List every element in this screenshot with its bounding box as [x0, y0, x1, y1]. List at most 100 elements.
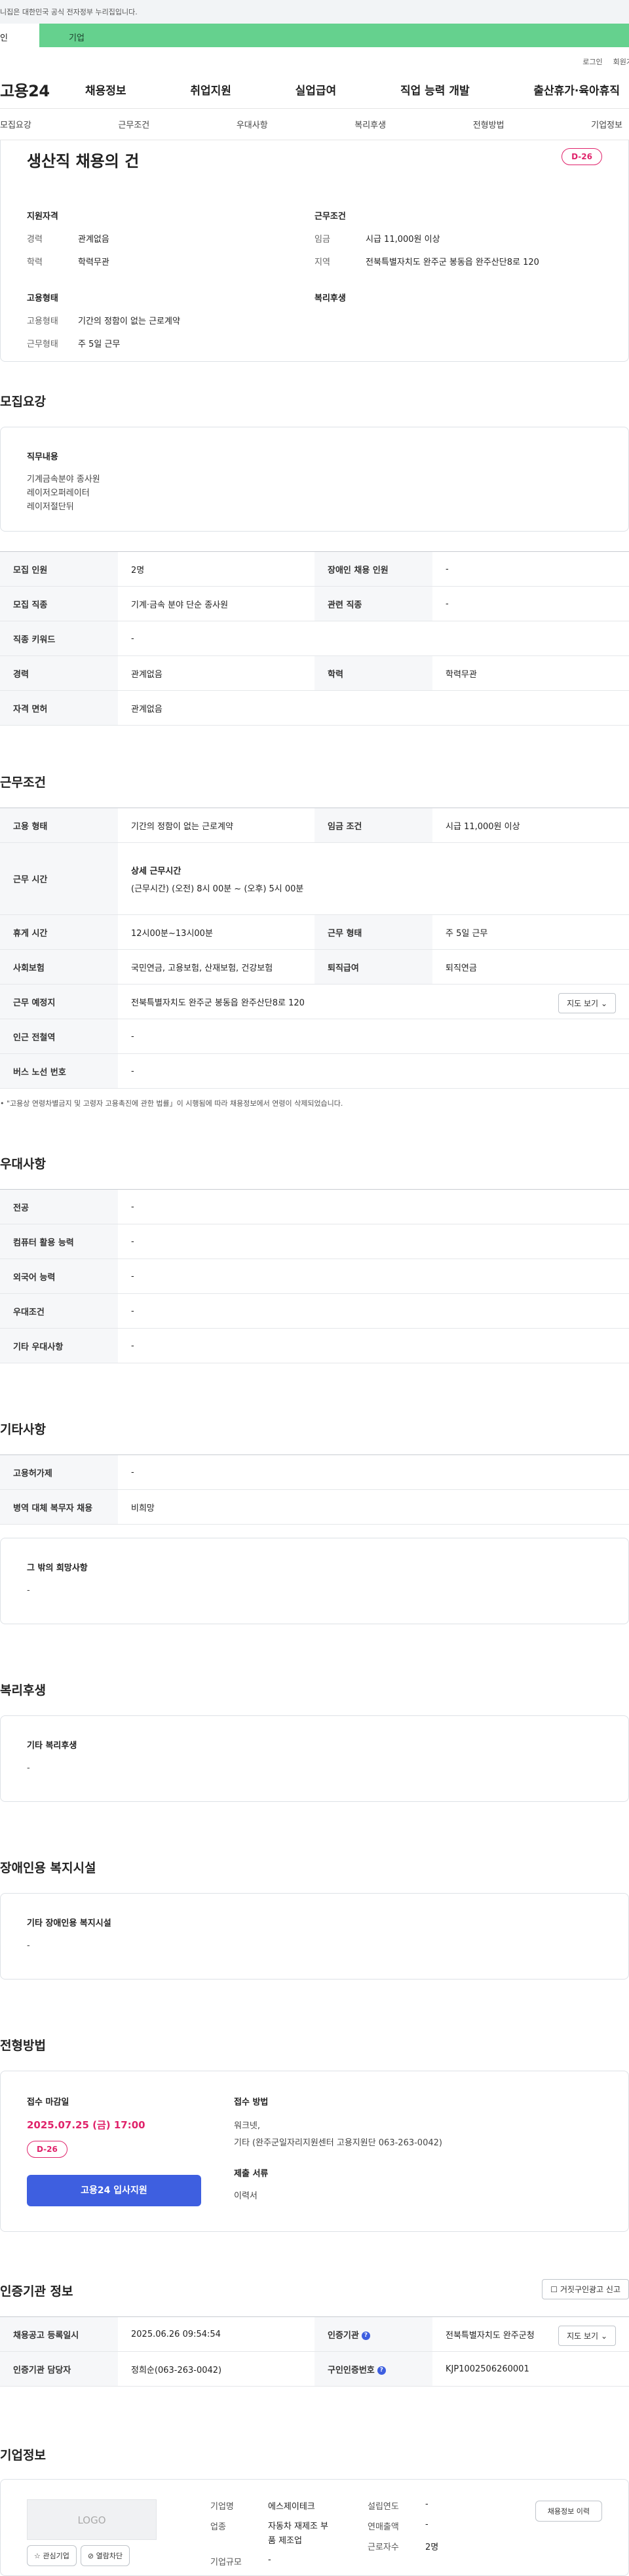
table-value: 12시00분~13시00분	[118, 914, 314, 950]
docs-value: 이력서	[234, 2191, 257, 2201]
industry-line: 품 제조업	[268, 2536, 302, 2546]
table-value: -	[118, 1328, 629, 1363]
company-key: 설립연도	[368, 2502, 399, 2512]
gnb-item-employment-support[interactable]: 취업지원	[190, 81, 231, 98]
interest-company-button[interactable]: ☆ 관심기업	[27, 2545, 77, 2566]
welfare-heading: 복리후생	[314, 294, 346, 303]
user-type-tabs: 인 기업	[0, 24, 629, 47]
age-notice-text: "고용상 연령차별금지 및 고령자 고용촉진에 관한 법률」이 시행됨에 따라 …	[7, 1099, 343, 1108]
method-line: 기타 (완주군일자리지원센터 고용지원단 063-263-0042)	[234, 2138, 442, 2148]
gnb-item-vocational-training[interactable]: 직업 능력 개발	[400, 81, 470, 98]
table-row: 우대조건 -	[0, 1293, 629, 1329]
summary-value: 시급 11,000원 이상	[366, 235, 440, 244]
prefer-section: 우대사항 전공 - 컴퓨터 활용 능력 - 외국어 능력 - 우대조건 - 기타 우대사…	[0, 1154, 629, 1363]
summary-value: 관계없음	[78, 235, 109, 244]
site-logo[interactable]: 고용24	[0, 78, 85, 101]
report-label: 거짓구인광고 신고	[560, 2285, 620, 2294]
tab-personal[interactable]: 인	[0, 24, 39, 47]
subnav-preferences[interactable]: 우대사항	[237, 118, 268, 130]
table-value: 상세 근무시간 (근무시간) (오전) 8시 00분 ~ (오후) 5시 00분	[118, 842, 629, 915]
table-key: 구인인증번호?	[314, 2351, 432, 2387]
table-value: -	[432, 551, 629, 587]
summary-row: 경력 관계없음	[27, 232, 314, 244]
summary-right: 근무조건 임금 시급 11,000원 이상 지역 전북특별자치도 완주군 봉동읍 완…	[314, 209, 602, 360]
table-key: 근무 시간	[0, 842, 118, 915]
summary-row: 학력 학력무관	[27, 255, 314, 267]
table-key: 채용공고 등록일시	[0, 2316, 118, 2352]
hiring-history-button[interactable]: 채용정보 이력	[535, 2501, 602, 2522]
hours-detail-heading: 상세 근무시간	[131, 866, 181, 876]
company-key: 업종	[210, 2522, 226, 2532]
block-view-button[interactable]: ⊘ 열람차단	[80, 2545, 130, 2566]
work-title: 근무조건	[0, 775, 46, 790]
gnb-item-jobs[interactable]: 채용정보	[85, 81, 126, 98]
table-key: 학력	[314, 655, 432, 691]
table-value: -	[118, 1224, 629, 1259]
age-notice: • "고용상 연령차별금지 및 고령자 고용촉진에 관한 법률」이 시행됨에 따…	[0, 1099, 343, 1108]
table-key: 근무 예정지	[0, 984, 118, 1019]
join-link[interactable]: 회원가	[613, 56, 629, 71]
company-row: 기업규모 -	[210, 2555, 368, 2567]
summary-row: 지역 전북특별자치도 완주군 봉동읍 완주산단8로 120	[314, 255, 602, 267]
gnb-item-parental-leave[interactable]: 출산휴가·육아휴직	[533, 81, 620, 98]
cert-no-key: 구인인증번호	[328, 2365, 375, 2375]
table-value: 관계없음	[118, 655, 314, 691]
table-value: 학력무관	[432, 655, 629, 691]
agency-section: 인증기관 정보 ☐ 거짓구인광고 신고 채용공고 등록일시 2025.06.26 …	[0, 2279, 629, 2387]
subnav-company[interactable]: 기업정보	[591, 118, 622, 130]
table-key: 우대조건	[0, 1293, 118, 1329]
table-key: 휴게 시간	[0, 914, 118, 950]
map-view-button[interactable]: 지도 보기 ⌄	[558, 993, 616, 1013]
table-value: -	[432, 586, 629, 621]
table-value: 관계없음	[118, 690, 629, 726]
table-value: -	[118, 1454, 629, 1490]
table-value: -	[118, 1019, 629, 1054]
subnav-recruit[interactable]: 모집요강	[0, 118, 31, 130]
tab-corporate[interactable]: 기업	[39, 24, 629, 47]
report-icon: ☐	[550, 2285, 558, 2294]
table-key: 고용 형태	[0, 808, 118, 843]
table-key: 장애인 채용 인원	[314, 551, 432, 587]
qualification-heading: 지원자격	[27, 212, 58, 222]
company-row: 설립연도 -	[368, 2499, 479, 2512]
docs-heading: 제출 서류	[234, 2169, 269, 2179]
table-row: 병역 대체 복무자 채용 비희망	[0, 1489, 629, 1525]
job-title: 생산직 채용의 건	[27, 152, 140, 170]
selection-section: 전형방법 접수 마감일 2025.07.25 (금) 17:00 D-26 고용…	[0, 2036, 629, 2232]
subnav-welfare[interactable]: 복리후생	[354, 118, 386, 130]
table-value: 기간의 정함이 없는 근로계약	[118, 808, 314, 843]
summary-row: 근무형태 주 5일 근무	[27, 337, 314, 349]
table-row: 고용허가제 -	[0, 1454, 629, 1490]
block-icon: ⊘	[87, 2552, 94, 2560]
false-ad-report-button[interactable]: ☐ 거짓구인광고 신고	[542, 2279, 629, 2299]
gnb-item-unemployment-benefit[interactable]: 실업급여	[295, 81, 337, 98]
summary-key: 경력	[27, 235, 43, 244]
summary-key: 지역	[314, 258, 330, 267]
table-row: 컴퓨터 활용 능력 -	[0, 1224, 629, 1259]
subnav-conditions[interactable]: 근무조건	[118, 118, 149, 130]
table-value: -	[118, 1053, 629, 1089]
subnav-selection[interactable]: 전형방법	[473, 118, 505, 130]
prefer-table: 전공 - 컴퓨터 활용 능력 - 외국어 능력 - 우대조건 - 기타 우대사항 -	[0, 1189, 629, 1363]
agency-map-button[interactable]: 지도 보기 ⌄	[558, 2326, 616, 2346]
table-key: 컴퓨터 활용 능력	[0, 1224, 118, 1259]
disabled-box: 기타 장애인용 복지시설 -	[0, 1893, 629, 1980]
apply-button[interactable]: 고용24 입사지원	[27, 2175, 201, 2206]
info-icon[interactable]: ?	[361, 2331, 370, 2340]
company-row: 기업명 에스제이테크	[210, 2499, 368, 2512]
table-row: 휴게 시간 12시00분~13시00분 근무 형태 주 5일 근무	[0, 914, 629, 950]
login-link[interactable]: 로그인	[582, 56, 602, 71]
work-place-value: 전북특별자치도 완주군 봉동읍 완주산단8로 120	[131, 998, 305, 1008]
deadline-block: 접수 마감일 2025.07.25 (금) 17:00 D-26 고용24 입사…	[27, 2095, 201, 2208]
selection-box: 접수 마감일 2025.07.25 (금) 17:00 D-26 고용24 입사…	[0, 2071, 629, 2232]
work-section: 근무조건 고용 형태 기간의 정함이 없는 근로계약 임금 조건 시급 11,000원…	[0, 773, 629, 1108]
company-value: -	[425, 2499, 429, 2509]
table-value: -	[118, 1189, 629, 1224]
recruit-table: 모집 인원 2명 장애인 채용 인원 - 모집 직종 기계·금속 분야 단순 종사원 관련…	[0, 551, 629, 726]
table-row: 채용공고 등록일시 2025.06.26 09:54:54 인증기관? 전북특별자치도…	[0, 2316, 629, 2352]
table-key: 외국어 능력	[0, 1259, 118, 1294]
global-nav: 고용24 채용정보 취업지원 실업급여 직업 능력 개발 출산휴가·육아휴직	[0, 71, 629, 109]
recruit-title: 모집요강	[0, 395, 46, 409]
info-icon[interactable]: ?	[377, 2366, 386, 2375]
disabled-box-value: -	[27, 1941, 30, 1951]
